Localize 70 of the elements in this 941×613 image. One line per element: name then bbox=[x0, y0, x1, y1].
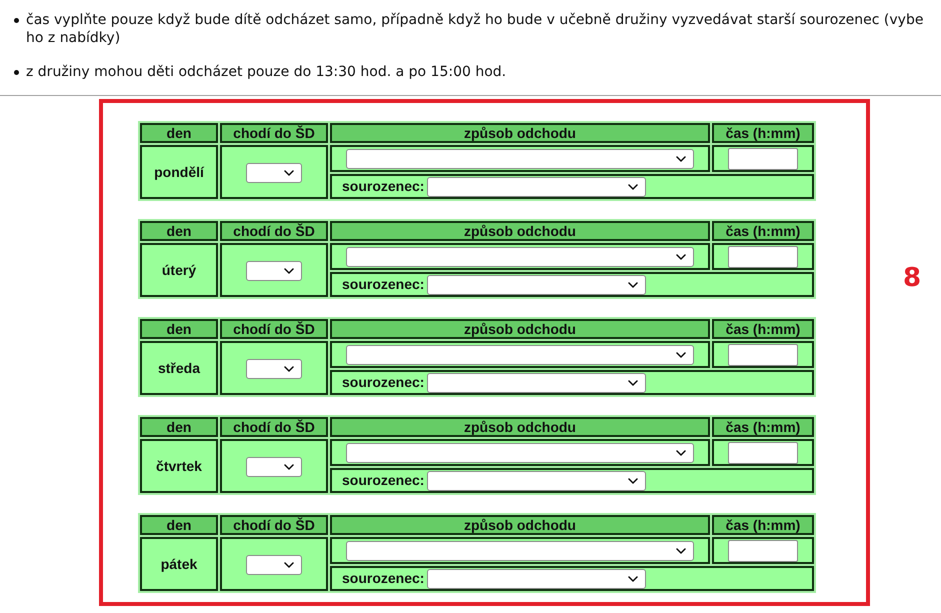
column-header: den bbox=[140, 515, 218, 535]
day-name: středa bbox=[140, 341, 218, 395]
chevron-icon bbox=[628, 576, 638, 582]
chevron-icon bbox=[676, 352, 686, 358]
chevron-icon bbox=[628, 478, 638, 484]
dropdown-field[interactable] bbox=[427, 568, 646, 588]
time-field[interactable] bbox=[728, 540, 798, 562]
column-header: čas (h:mm) bbox=[712, 417, 814, 437]
column-header: chodí do ŠD bbox=[220, 319, 328, 339]
dropdown-field[interactable] bbox=[427, 274, 646, 294]
sibling-label: sourozenec: bbox=[342, 373, 424, 392]
chevron-icon bbox=[628, 184, 638, 190]
day-name: pondělí bbox=[140, 145, 218, 199]
column-header: den bbox=[140, 319, 218, 339]
column-header: chodí do ŠD bbox=[220, 515, 328, 535]
day-name: čtvrtek bbox=[140, 439, 218, 493]
dropdown-field[interactable] bbox=[346, 149, 694, 170]
column-header: čas (h:mm) bbox=[712, 319, 814, 339]
chevron-icon bbox=[676, 450, 686, 456]
chevron-icon bbox=[628, 380, 638, 386]
chevron-icon bbox=[284, 464, 294, 470]
sibling-label: sourozenec: bbox=[342, 177, 424, 196]
bullet-icon bbox=[14, 70, 19, 75]
chevron-icon bbox=[284, 268, 294, 274]
column-header: den bbox=[140, 417, 218, 437]
sibling-label: sourozenec: bbox=[342, 275, 424, 294]
bullet-icon bbox=[14, 18, 19, 23]
dropdown-field[interactable] bbox=[346, 247, 694, 268]
day-name: pátek bbox=[140, 537, 218, 591]
chevron-icon bbox=[628, 282, 638, 288]
column-header: chodí do ŠD bbox=[220, 221, 328, 241]
dropdown-field[interactable] bbox=[427, 372, 646, 392]
dropdown-field[interactable] bbox=[427, 176, 646, 196]
dropdown-field[interactable] bbox=[246, 260, 302, 281]
time-field[interactable] bbox=[728, 344, 798, 366]
column-header: způsob odchodu bbox=[330, 319, 710, 339]
column-header: čas (h:mm) bbox=[712, 123, 814, 143]
dropdown-field[interactable] bbox=[346, 541, 694, 562]
dropdown-field[interactable] bbox=[246, 358, 302, 379]
dropdown-field[interactable] bbox=[246, 554, 302, 575]
dropdown-field[interactable] bbox=[427, 470, 646, 490]
instruction-text: čas vyplňte pouze když bude dítě odcházet samo, případně když ho bude v učebně družiny vyzvedávat starší sourozenec (vybe ho z nabídky) bbox=[26, 11, 924, 47]
chevron-icon bbox=[676, 254, 686, 260]
sibling-label: sourozenec: bbox=[342, 569, 424, 588]
column-header: způsob odchodu bbox=[330, 515, 710, 535]
time-field[interactable] bbox=[728, 148, 798, 170]
column-header: den bbox=[140, 123, 218, 143]
chevron-icon bbox=[676, 156, 686, 162]
chevron-icon bbox=[284, 562, 294, 568]
dropdown-field[interactable] bbox=[246, 456, 302, 477]
chevron-icon bbox=[284, 366, 294, 372]
day-name: úterý bbox=[140, 243, 218, 297]
column-header: způsob odchodu bbox=[330, 123, 710, 143]
column-header: chodí do ŠD bbox=[220, 417, 328, 437]
column-header: den bbox=[140, 221, 218, 241]
column-header: čas (h:mm) bbox=[712, 515, 814, 535]
time-field[interactable] bbox=[728, 442, 798, 464]
annotation-number: 8 bbox=[903, 265, 922, 291]
dropdown-field[interactable] bbox=[246, 162, 302, 183]
column-header: chodí do ŠD bbox=[220, 123, 328, 143]
time-field[interactable] bbox=[728, 246, 798, 268]
column-header: čas (h:mm) bbox=[712, 221, 814, 241]
instruction-text: z družiny mohou děti odcházet pouze do 13:30 hod. a po 15:00 hod. bbox=[26, 63, 506, 81]
sibling-label: sourozenec: bbox=[342, 471, 424, 490]
column-header: způsob odchodu bbox=[330, 417, 710, 437]
dropdown-field[interactable] bbox=[346, 443, 694, 464]
chevron-icon bbox=[284, 170, 294, 176]
dropdown-field[interactable] bbox=[346, 345, 694, 366]
column-header: způsob odchodu bbox=[330, 221, 710, 241]
chevron-icon bbox=[676, 548, 686, 554]
